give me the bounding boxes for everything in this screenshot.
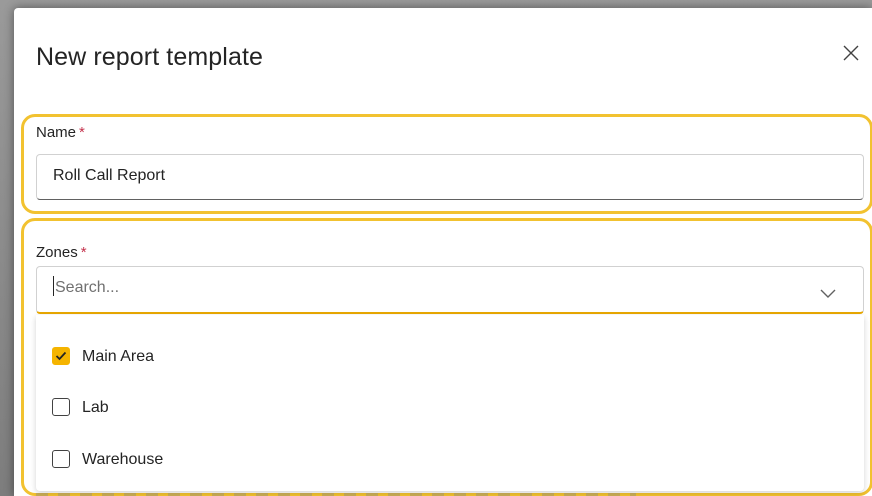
name-label-text: Name [36,124,77,141]
zone-option-main-area[interactable]: Main Area [36,332,864,382]
zones-search-input[interactable]: Search... [36,266,864,314]
name-input[interactable]: Roll Call Report [36,154,864,200]
zone-option-warehouse[interactable]: Warehouse [36,435,864,485]
zones-label-text: Zones [36,244,78,261]
name-label: Name * [36,124,85,142]
dialog-title: New report template [36,43,263,71]
text-caret [53,276,54,297]
zones-dropdown-list: Main Area Lab Warehouse [36,315,864,491]
required-marker: * [79,124,85,141]
close-icon [843,45,859,61]
checkbox-unchecked[interactable] [52,398,70,416]
checkbox-unchecked[interactable] [52,450,70,468]
zones-search-placeholder: Search... [55,279,120,296]
zone-option-label: Warehouse [82,451,164,468]
close-button[interactable] [836,38,866,68]
zone-option-label: Lab [82,399,109,416]
zone-option-lab[interactable]: Lab [36,383,864,433]
zone-option-label: Main Area [82,348,155,365]
name-input-value: Roll Call Report [53,167,166,184]
chevron-down-icon[interactable] [818,288,838,300]
new-report-template-dialog: New report template Name * Roll Call Repo… [14,8,872,496]
checkmark-icon [55,351,67,361]
checkbox-checked[interactable] [52,347,70,365]
zones-label: Zones * [36,244,87,262]
required-marker: * [80,244,87,261]
